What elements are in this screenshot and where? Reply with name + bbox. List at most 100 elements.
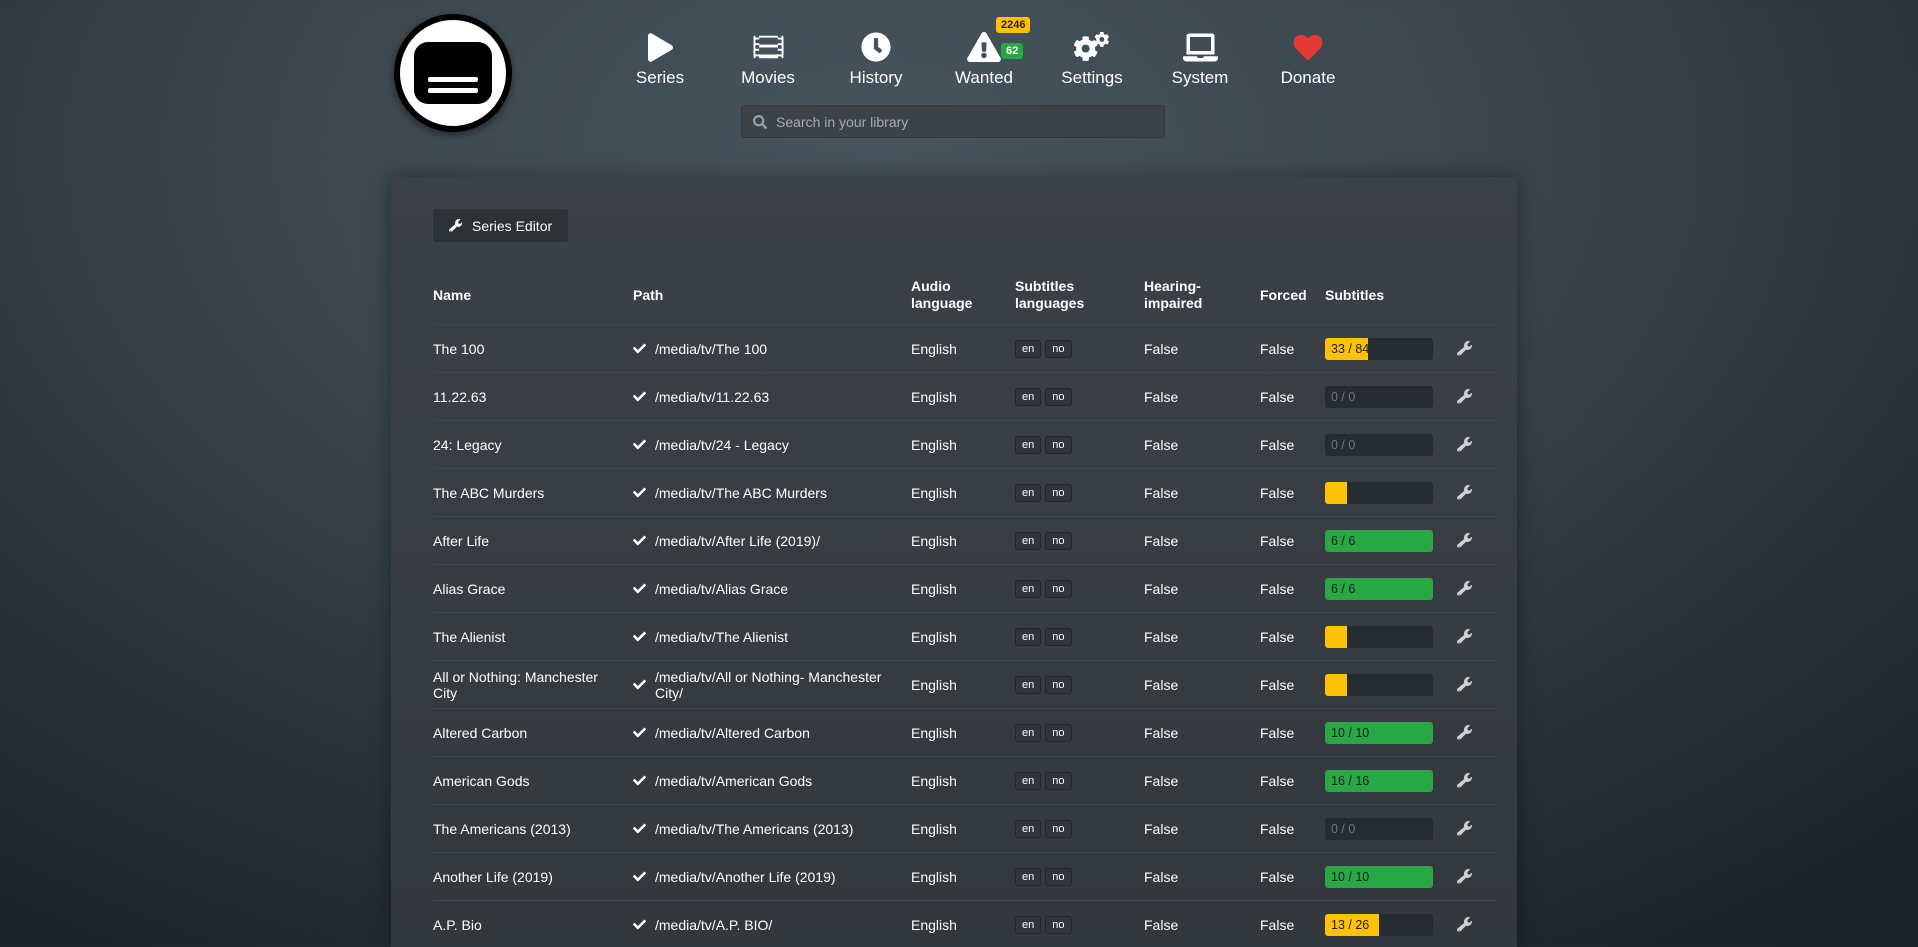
- series-name-cell: The Americans (2013): [433, 821, 633, 837]
- series-path-text: /media/tv/11.22.63: [655, 389, 769, 405]
- language-badge: en: [1015, 772, 1041, 790]
- series-name-cell: All or Nothing: Manchester City: [433, 669, 633, 701]
- nav-movies-label: Movies: [741, 68, 795, 88]
- subtitles-languages-cell: enno: [1015, 627, 1144, 646]
- series-editor-label: Series Editor: [472, 218, 552, 234]
- series-name-link[interactable]: 24: Legacy: [433, 437, 502, 453]
- series-name-link[interactable]: All or Nothing: Manchester City: [433, 669, 598, 701]
- series-name-link[interactable]: American Gods: [433, 773, 529, 789]
- progress-label: 6 / 6: [1331, 582, 1355, 596]
- language-badge: no: [1045, 868, 1071, 886]
- wrench-icon[interactable]: [1457, 629, 1473, 645]
- wrench-icon[interactable]: [1457, 389, 1473, 405]
- hearing-impaired-value: False: [1144, 725, 1260, 741]
- series-editor-button[interactable]: Series Editor: [433, 209, 568, 242]
- series-path-cell: /media/tv/After Life (2019)/: [633, 533, 911, 549]
- subtitles-progress-cell: 16 / 16: [1325, 770, 1457, 792]
- progress-label: 33 / 84: [1331, 342, 1369, 356]
- series-name-link[interactable]: The 100: [433, 341, 484, 357]
- row-actions: [1457, 533, 1499, 549]
- forced-value: False: [1260, 773, 1325, 789]
- series-name-link[interactable]: Altered Carbon: [433, 725, 527, 741]
- wrench-icon[interactable]: [1457, 773, 1473, 789]
- subtitles-languages-cell: enno: [1015, 915, 1144, 934]
- subtitles-progress-cell: 0 / 0: [1325, 386, 1457, 408]
- series-path-text: /media/tv/A.P. BIO/: [655, 917, 772, 933]
- series-name-link[interactable]: A.P. Bio: [433, 917, 482, 933]
- wrench-icon[interactable]: [1457, 437, 1473, 453]
- nav-system[interactable]: System: [1146, 24, 1254, 88]
- nav-series-label: Series: [636, 68, 684, 88]
- table-row: American Gods /media/tv/American Gods En…: [433, 756, 1497, 804]
- row-actions: [1457, 581, 1499, 597]
- nav-series[interactable]: Series: [606, 24, 714, 88]
- subtitles-progress-cell: 0 / 0: [1325, 818, 1457, 840]
- bazarr-logo[interactable]: [394, 14, 512, 132]
- series-name-link[interactable]: Another Life (2019): [433, 869, 553, 885]
- hearing-impaired-value: False: [1144, 773, 1260, 789]
- language-badge: no: [1045, 676, 1071, 694]
- subtitles-progress-cell: [1325, 626, 1457, 648]
- wrench-icon[interactable]: [1457, 677, 1473, 693]
- series-name-cell: A.P. Bio: [433, 917, 633, 933]
- audio-language-value: English: [911, 677, 1015, 693]
- series-path-text: /media/tv/24 - Legacy: [655, 437, 789, 453]
- forced-value: False: [1260, 581, 1325, 597]
- check-icon: [633, 918, 646, 931]
- language-badge: no: [1045, 628, 1071, 646]
- series-path-cell: /media/tv/A.P. BIO/: [633, 917, 911, 933]
- audio-language-value: English: [911, 581, 1015, 597]
- series-path-text: /media/tv/Altered Carbon: [655, 725, 810, 741]
- hearing-impaired-value: False: [1144, 821, 1260, 837]
- subtitles-languages-cell: enno: [1015, 771, 1144, 790]
- series-name-link[interactable]: The Alienist: [433, 629, 505, 645]
- row-actions: [1457, 629, 1499, 645]
- progress-fill: [1325, 674, 1347, 696]
- nav-history[interactable]: History: [822, 24, 930, 88]
- series-name-link[interactable]: The Americans (2013): [433, 821, 571, 837]
- wrench-icon[interactable]: [1457, 917, 1473, 933]
- audio-language-value: English: [911, 341, 1015, 357]
- row-actions: [1457, 677, 1499, 693]
- language-badge: no: [1045, 436, 1071, 454]
- progress-label: 16 / 16: [1331, 774, 1369, 788]
- audio-language-value: English: [911, 485, 1015, 501]
- series-path-text: /media/tv/American Gods: [655, 773, 812, 789]
- wrench-icon[interactable]: [1457, 485, 1473, 501]
- search-bar[interactable]: [741, 105, 1165, 138]
- check-icon: [633, 486, 646, 499]
- table-row: 24: Legacy /media/tv/24 - Legacy English…: [433, 420, 1497, 468]
- series-name-link[interactable]: Alias Grace: [433, 581, 505, 597]
- progress-fill: [1325, 626, 1347, 648]
- wrench-icon[interactable]: [1457, 869, 1473, 885]
- subtitles-progress-bar: 10 / 10: [1325, 866, 1433, 888]
- nav-movies[interactable]: Movies: [714, 24, 822, 88]
- wrench-icon[interactable]: [1457, 821, 1473, 837]
- wrench-icon[interactable]: [1457, 725, 1473, 741]
- series-name-link[interactable]: 11.22.63: [433, 389, 486, 405]
- subtitles-progress-cell: [1325, 482, 1457, 504]
- series-path-text: /media/tv/After Life (2019)/: [655, 533, 820, 549]
- nav-wanted[interactable]: Wanted 2246 62: [930, 24, 1038, 88]
- series-name-link[interactable]: After Life: [433, 533, 489, 549]
- forced-value: False: [1260, 533, 1325, 549]
- wanted-movies-badge: 62: [1001, 43, 1023, 59]
- subtitles-progress-cell: 13 / 26: [1325, 914, 1457, 936]
- nav-settings[interactable]: Settings: [1038, 24, 1146, 88]
- wrench-icon[interactable]: [1457, 581, 1473, 597]
- series-path-cell: /media/tv/The ABC Murders: [633, 485, 911, 501]
- forced-value: False: [1260, 917, 1325, 933]
- audio-language-value: English: [911, 773, 1015, 789]
- search-input[interactable]: [776, 114, 1153, 130]
- audio-language-value: English: [911, 437, 1015, 453]
- progress-label: 0 / 0: [1331, 438, 1355, 452]
- nav-donate[interactable]: Donate: [1254, 24, 1362, 88]
- film-icon: [753, 24, 784, 62]
- wrench-icon[interactable]: [1457, 533, 1473, 549]
- series-name-cell: Another Life (2019): [433, 869, 633, 885]
- series-name-link[interactable]: The ABC Murders: [433, 485, 544, 501]
- wanted-series-badge: 2246: [996, 17, 1030, 33]
- wrench-icon[interactable]: [1457, 341, 1473, 357]
- subtitles-progress-cell: 33 / 84: [1325, 338, 1457, 360]
- subtitles-progress-bar: 0 / 0: [1325, 818, 1433, 840]
